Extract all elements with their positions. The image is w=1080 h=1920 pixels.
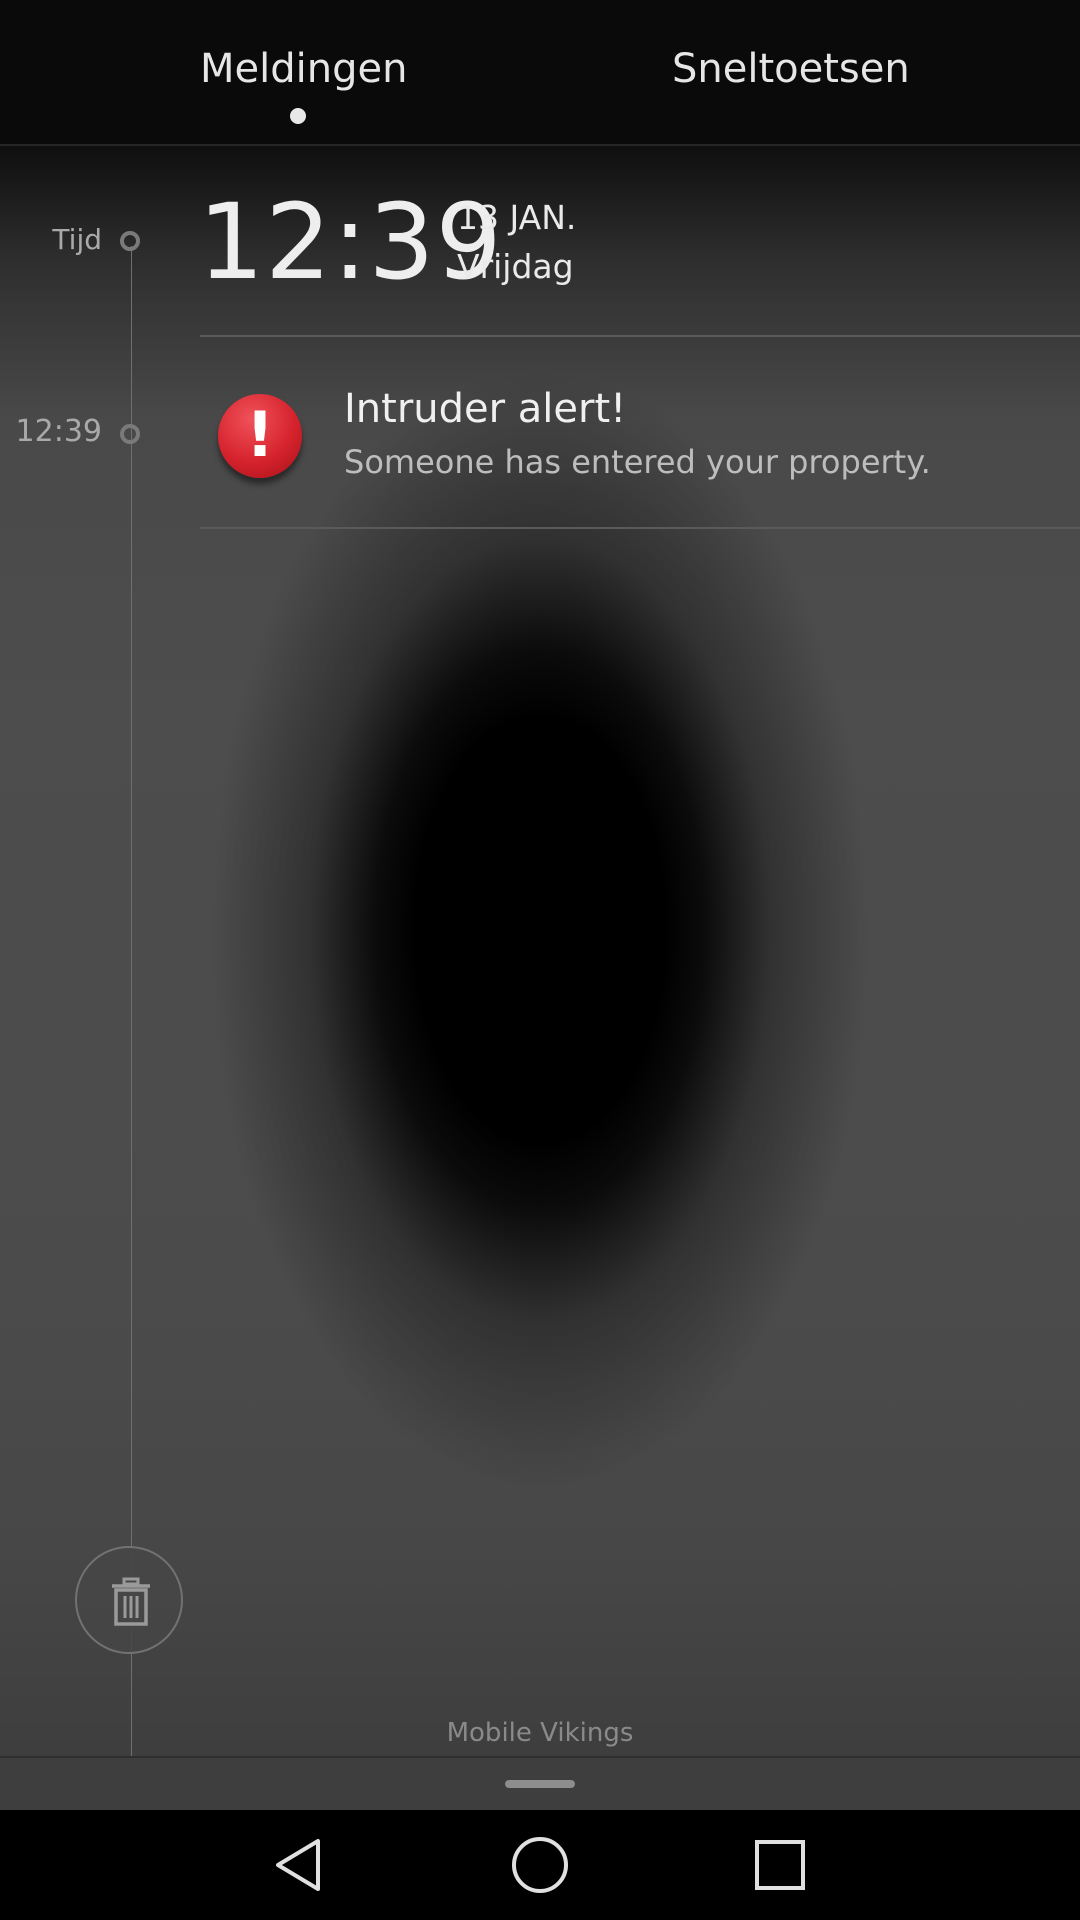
alert-icon-glyph: ! — [245, 398, 275, 471]
shade-handle-bar[interactable] — [0, 1756, 1080, 1812]
recents-button[interactable] — [720, 1810, 840, 1920]
notification-body: Someone has entered your property. — [344, 443, 931, 481]
back-button[interactable] — [240, 1810, 360, 1920]
timeline-dot — [120, 231, 140, 251]
drag-handle[interactable] — [505, 1780, 575, 1788]
trash-icon — [112, 1577, 150, 1626]
divider — [200, 335, 1080, 337]
clear-notifications-button[interactable] — [75, 1546, 183, 1654]
notification-title: Intruder alert! — [344, 386, 627, 432]
notification-time: 12:39 — [15, 414, 102, 449]
timeline-time-label: Tijd — [52, 223, 102, 256]
carrier-name: Mobile Vikings — [446, 1718, 634, 1748]
timeline-line — [131, 246, 132, 1756]
tab-notifications[interactable]: Meldingen — [200, 46, 407, 92]
home-icon — [512, 1837, 568, 1893]
tab-shortcuts[interactable]: Sneltoetsen — [672, 46, 910, 92]
notification-shade-tabs: Meldingen Sneltoetsen — [0, 0, 1080, 146]
recents-icon — [755, 1840, 805, 1890]
back-icon — [276, 1839, 320, 1891]
navigation-bar — [0, 1810, 1080, 1920]
divider — [200, 527, 1080, 529]
date: 13 JAN. — [457, 198, 577, 237]
weekday: Vrijdag — [457, 247, 574, 286]
active-tab-indicator — [290, 108, 306, 124]
alert-icon: ! — [218, 394, 302, 478]
timeline-dot — [120, 424, 140, 444]
home-button[interactable] — [480, 1810, 600, 1920]
